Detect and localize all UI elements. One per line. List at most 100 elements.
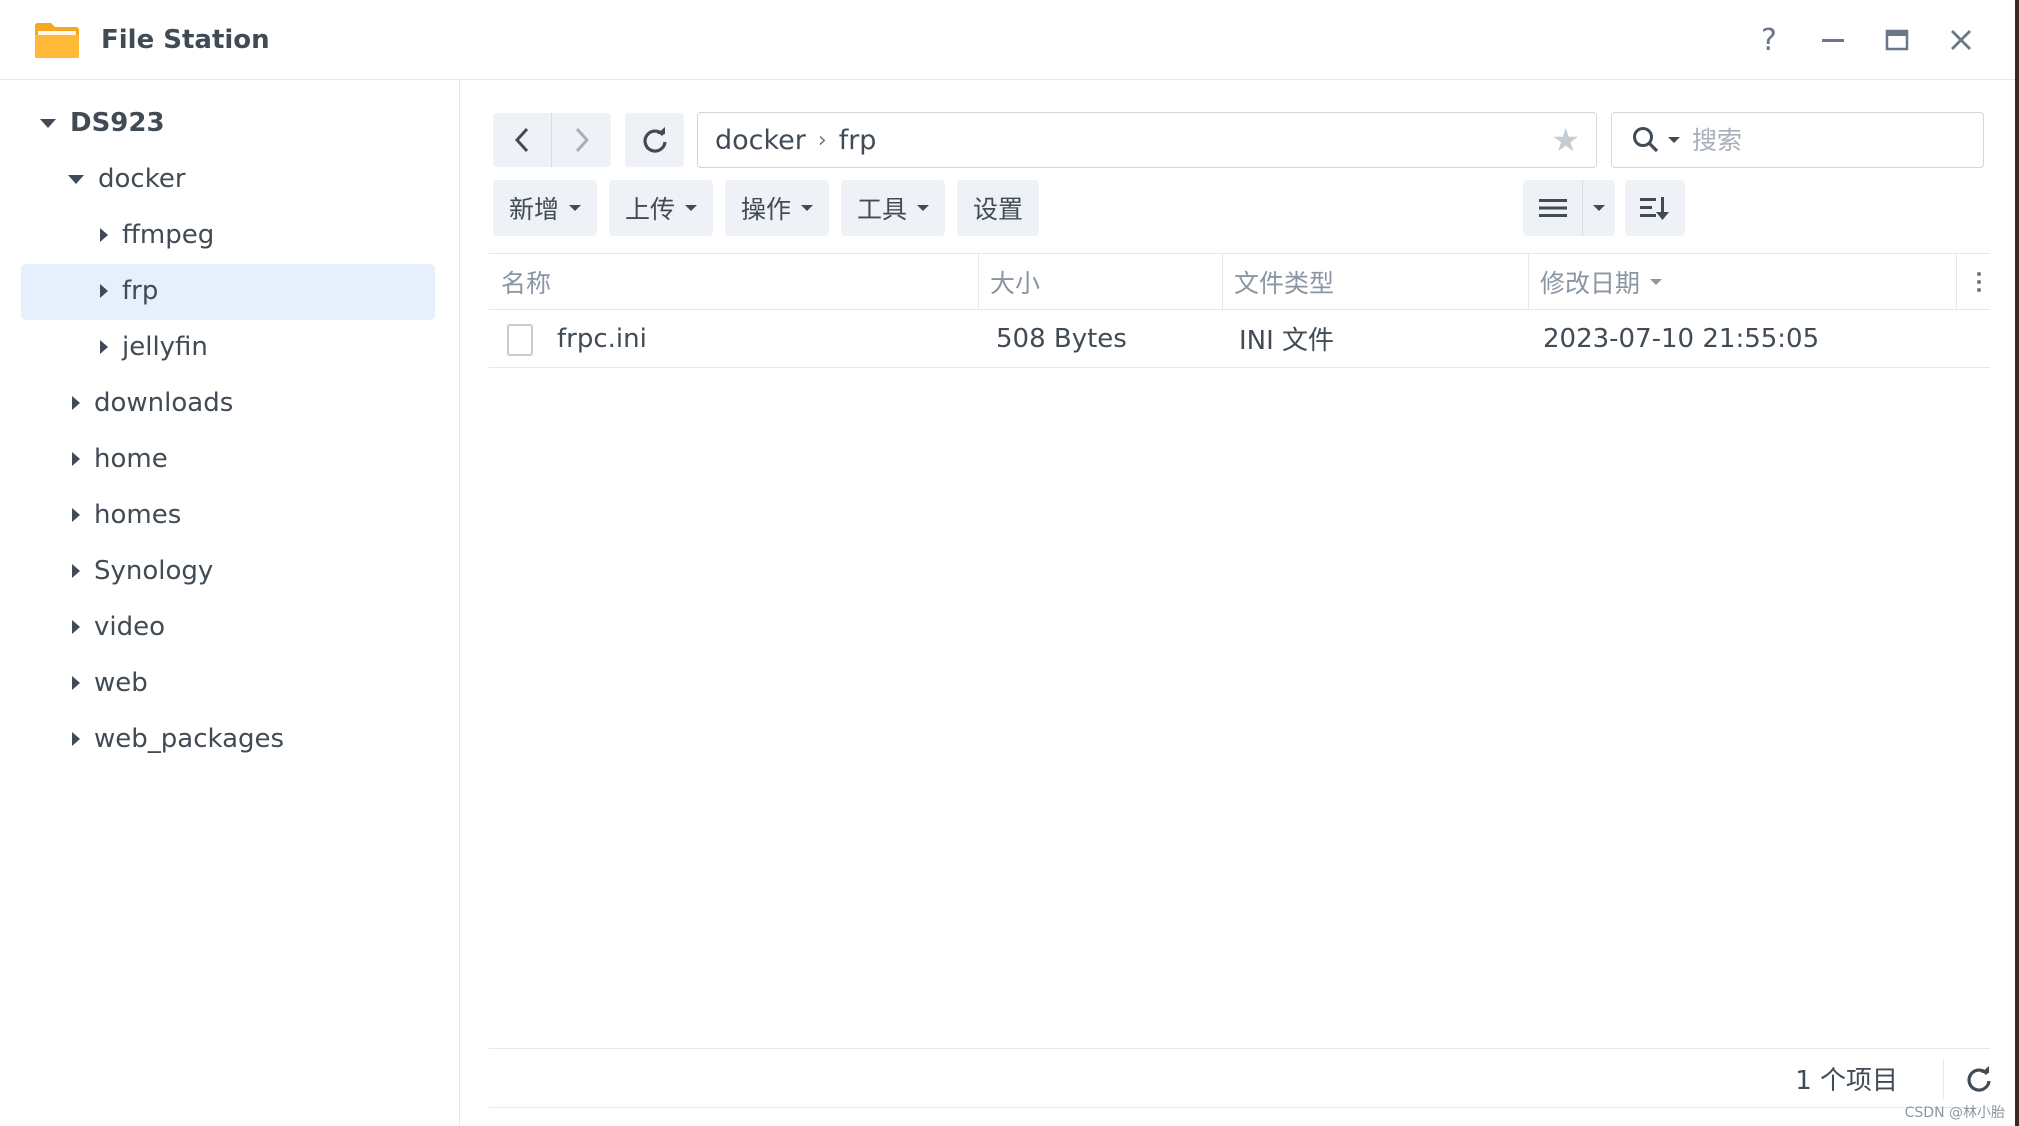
file-station-window: File Station ? DS923 docker ffmpeg frp j… — [0, 0, 2019, 1126]
chevron-right-icon[interactable] — [72, 396, 80, 410]
path-segment-docker[interactable]: docker — [715, 125, 806, 156]
chevron-right-icon[interactable] — [100, 340, 108, 354]
tree-item-label: video — [94, 612, 166, 642]
close-button[interactable] — [1941, 20, 1981, 60]
column-header-name[interactable]: 名称 — [489, 254, 978, 310]
chevron-right-icon[interactable] — [72, 452, 80, 466]
file-type: INI 文件 — [1239, 326, 1335, 356]
tree-root-label: DS923 — [70, 108, 165, 138]
back-button[interactable] — [493, 113, 552, 167]
column-header-label: 修改日期 — [1540, 269, 1641, 298]
tree-item-downloads[interactable]: downloads — [68, 376, 233, 430]
column-divider[interactable] — [1956, 254, 1957, 310]
chevron-right-icon[interactable] — [72, 564, 80, 578]
tools-button-label: 工具 — [856, 195, 907, 224]
dropdown-caret-icon — [685, 205, 697, 211]
tree-item-label: web — [94, 668, 148, 698]
tree-item-label: jellyfin — [122, 332, 208, 362]
watermark: CSDN @林小胎 — [1904, 1105, 2005, 1121]
tree-item-home[interactable]: home — [68, 432, 168, 486]
table-row[interactable]: frpc.ini 508 Bytes INI 文件 2023-07-10 21:… — [489, 310, 1990, 368]
tree-item-docker[interactable]: docker — [68, 152, 186, 206]
action-button[interactable]: 操作 — [725, 180, 829, 236]
status-bar: 1 个项目 — [489, 1048, 1991, 1108]
help-icon: ? — [1761, 22, 1777, 58]
search-icon[interactable] — [1632, 126, 1660, 154]
tree-item-video[interactable]: video — [68, 600, 165, 654]
tree-item-jellyfin[interactable]: jellyfin — [96, 320, 208, 374]
dropdown-caret-icon — [917, 205, 929, 211]
list-view-button[interactable] — [1523, 180, 1583, 236]
tree-root-ds923[interactable]: DS923 — [40, 96, 165, 150]
tree-item-frp[interactable]: frp — [96, 264, 158, 318]
tree-item-label: frp — [122, 276, 159, 306]
refresh-button[interactable] — [625, 113, 684, 167]
star-icon[interactable]: ★ — [1551, 123, 1580, 157]
file-table-header: 名称 大小 文件类型 修改日期 — [489, 253, 1990, 310]
minimize-button[interactable] — [1813, 20, 1853, 60]
tree-item-label: home — [94, 444, 168, 474]
tree-item-ffmpeg[interactable]: ffmpeg — [96, 208, 214, 262]
chevron-right-icon[interactable] — [72, 732, 80, 746]
dropdown-caret-icon — [569, 205, 581, 211]
tree-item-label: homes — [94, 500, 182, 530]
app-title: File Station — [101, 25, 270, 55]
chevron-right-icon[interactable] — [72, 508, 80, 522]
tree-item-label: web_packages — [94, 724, 285, 754]
create-button[interactable]: 新增 — [493, 180, 597, 236]
search-input[interactable] — [1692, 125, 1952, 155]
footer-divider — [1943, 1059, 1944, 1099]
tree-item-web[interactable]: web — [68, 656, 148, 710]
selected-highlight — [21, 264, 435, 320]
column-menu-icon[interactable] — [1968, 254, 1990, 310]
path-bar[interactable]: docker › frp ★ — [697, 112, 1597, 168]
chevron-right-icon[interactable] — [72, 620, 80, 634]
dropdown-caret-icon — [801, 205, 813, 211]
chevron-down-icon[interactable] — [40, 118, 56, 128]
footer-refresh-button[interactable] — [1959, 1059, 1999, 1099]
file-icon — [507, 324, 533, 356]
minimize-icon — [1822, 39, 1844, 42]
sort-button[interactable] — [1625, 180, 1685, 236]
settings-button-label: 设置 — [972, 195, 1023, 224]
maximize-button[interactable] — [1877, 20, 1917, 60]
dropdown-caret-icon — [1593, 205, 1605, 211]
folder-tree: DS923 docker ffmpeg frp jellyfin downloa… — [0, 80, 460, 1126]
list-view-icon — [1538, 199, 1567, 217]
chevron-left-icon — [514, 127, 529, 153]
upload-button-label: 上传 — [624, 195, 675, 224]
search-options-caret-icon[interactable] — [1668, 137, 1680, 143]
column-header-type[interactable]: 文件类型 — [1222, 254, 1528, 310]
column-header-modified[interactable]: 修改日期 — [1528, 254, 1956, 310]
tools-button[interactable]: 工具 — [841, 180, 945, 236]
tree-item-label: ffmpeg — [122, 220, 215, 250]
refresh-icon — [1967, 1066, 1991, 1092]
settings-button[interactable]: 设置 — [957, 180, 1039, 236]
tree-item-homes[interactable]: homes — [68, 488, 181, 542]
column-header-label: 名称 — [501, 269, 552, 298]
sort-icon — [1640, 197, 1669, 220]
search-box[interactable] — [1611, 112, 1984, 168]
desktop-edge — [2015, 0, 2019, 1126]
tree-item-label: Synology — [94, 556, 214, 586]
column-header-label: 文件类型 — [1234, 269, 1335, 298]
close-icon — [1951, 30, 1971, 50]
sort-descending-icon — [1650, 279, 1663, 285]
column-header-size[interactable]: 大小 — [978, 254, 1222, 310]
upload-button[interactable]: 上传 — [609, 180, 713, 236]
create-button-label: 新增 — [508, 195, 559, 224]
chevron-right-icon[interactable] — [100, 284, 108, 298]
path-segment-frp[interactable]: frp — [839, 125, 877, 156]
forward-button[interactable] — [552, 113, 611, 167]
chevron-right-icon[interactable] — [100, 228, 108, 242]
tree-item-web-packages[interactable]: web_packages — [68, 712, 284, 766]
chevron-down-icon[interactable] — [68, 174, 84, 184]
tree-item-synology[interactable]: Synology — [68, 544, 213, 598]
tree-item-label: downloads — [94, 388, 234, 418]
action-button-label: 操作 — [740, 195, 791, 224]
file-size: 508 Bytes — [996, 323, 1127, 354]
column-header-label: 大小 — [990, 269, 1041, 298]
chevron-right-icon[interactable] — [72, 676, 80, 690]
help-button[interactable]: ? — [1749, 20, 1789, 60]
view-options-button[interactable] — [1583, 180, 1615, 236]
